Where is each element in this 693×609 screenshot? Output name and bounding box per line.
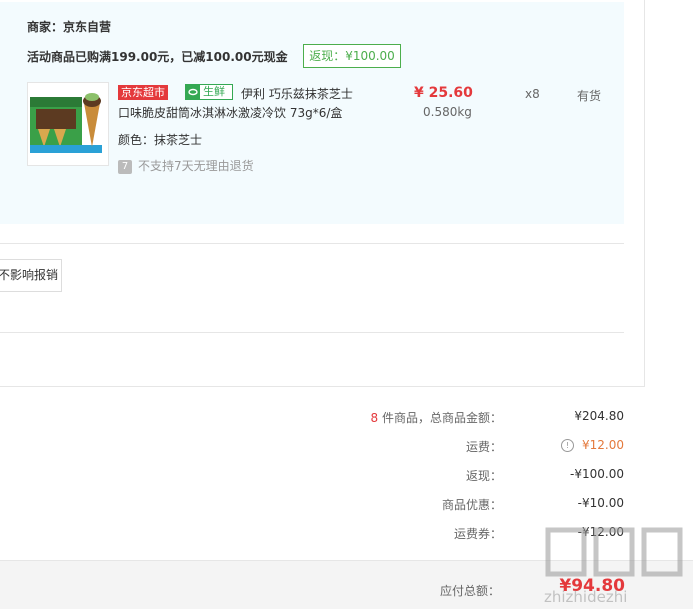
watermark-logo: zhizhidezhi: [544, 527, 683, 606]
shop-panel: 商家：京东自营 活动商品已购满199.00元，已减100.00元现金 返现：¥1…: [0, 2, 624, 224]
unit-price: ¥ 25.60: [414, 85, 473, 101]
ice-cream-box-icon: [30, 93, 102, 153]
cashback-value: -¥100.00: [570, 467, 624, 481]
no-return-note: 7 不支持7天无理由退货: [118, 157, 254, 174]
summary-coupon-row: 运费券： -¥12.00: [0, 525, 630, 545]
jd-supermarket-tag: 京东超市: [118, 85, 168, 100]
no-return-text: 不支持7天无理由退货: [138, 159, 254, 173]
fresh-tag-label: 生鲜: [203, 85, 225, 98]
divider: [0, 243, 624, 244]
summary-shipping-row: 运费： ! ¥12.00: [0, 438, 630, 458]
info-icon[interactable]: !: [561, 439, 574, 452]
merchant-label: 商家：京东自营: [27, 20, 112, 34]
seven-days-icon: 7: [118, 159, 132, 174]
cashback-label: 返现：: [465, 469, 502, 483]
item-quantity: x8: [525, 87, 540, 101]
discount-value: -¥10.00: [577, 496, 624, 510]
reimburse-button[interactable]: 不影响报销: [0, 259, 62, 292]
subtotal-label: 8 件商品，总商品金额：: [371, 409, 502, 426]
total-label: 应付总额：: [439, 584, 500, 598]
item-weight: 0.580kg: [423, 105, 472, 119]
shipping-amount: ¥12.00: [582, 438, 624, 452]
product-image[interactable]: [27, 82, 109, 166]
summary-subtotal-row: 8 件商品，总商品金额： ¥204.80: [0, 409, 630, 429]
coupon-label: 运费券：: [453, 527, 502, 541]
stock-status: 有货: [577, 89, 602, 103]
summary-discount-row: 商品优惠： -¥10.00: [0, 496, 630, 516]
promo-text: 活动商品已购满199.00元，已减100.00元现金: [27, 50, 288, 64]
item-count-label: 件商品，总商品金额：: [378, 411, 502, 425]
product-title-line1[interactable]: 伊利 巧乐兹抹茶芝士: [241, 85, 353, 102]
summary-cashback-row: 返现： -¥100.00: [0, 467, 630, 487]
product-color: 颜色：抹茶芝士: [118, 133, 203, 147]
fresh-icon: [186, 85, 200, 99]
shipping-label: 运费：: [465, 440, 502, 454]
product-title-line2[interactable]: 口味脆皮甜筒冰淇淋冰激凌冷饮 73g*6/盒: [118, 104, 342, 121]
fresh-tag: 生鲜: [185, 84, 233, 100]
discount-label: 商品优惠：: [441, 498, 502, 512]
subtotal-value: ¥204.80: [574, 409, 624, 423]
rebate-tag: 返现：¥100.00: [303, 44, 401, 68]
watermark-text: zhizhidezhi: [544, 588, 627, 606]
divider: [0, 332, 624, 333]
shipping-value: ! ¥12.00: [561, 438, 624, 452]
